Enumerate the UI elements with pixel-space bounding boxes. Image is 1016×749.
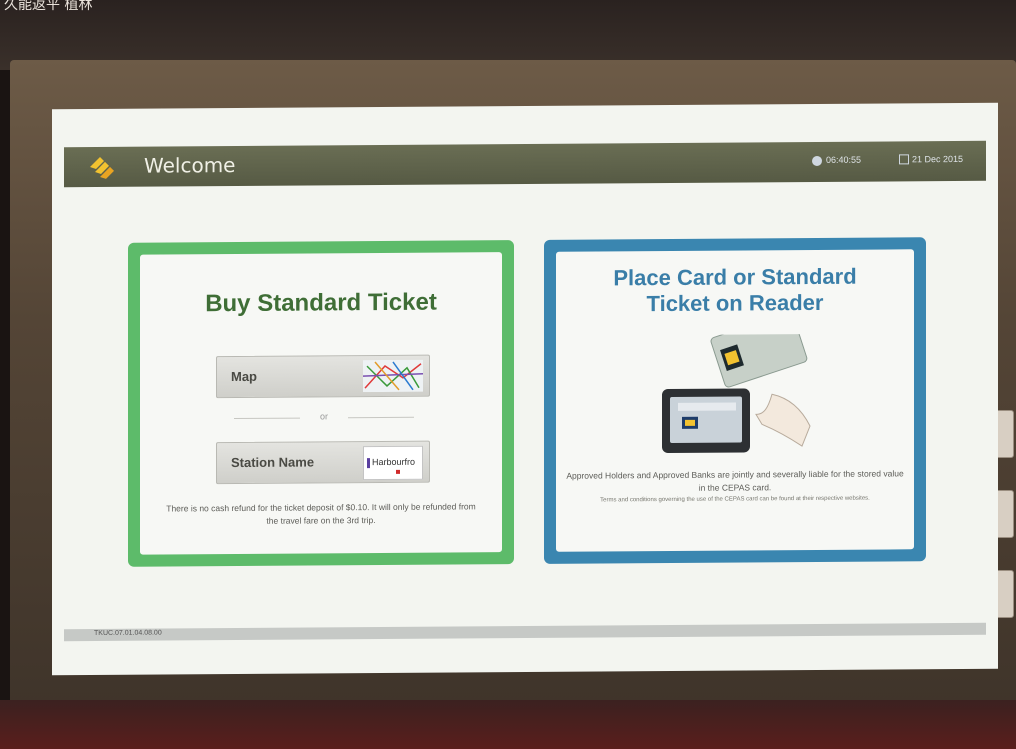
time-display: 06:40:55 (826, 154, 862, 165)
refund-note: There is no cash refund for the ticket d… (166, 501, 476, 526)
kiosk-bottom-frame (0, 700, 1016, 749)
status-bar: TKUC.07.01.04.08.00 (64, 622, 986, 642)
place-card-title: Place Card or Standard Ticket on Reader (556, 263, 914, 317)
or-divider: or (234, 411, 414, 424)
map-button-label: Map (231, 368, 257, 385)
ticket-machine-screen: Welcome 06:40:55 21 Dec 2015 Buy Standar… (52, 102, 998, 676)
buy-ticket-title: Buy Standard Ticket (205, 288, 437, 318)
kiosk-top-text: 久能返平 植林 (4, 0, 93, 13)
date-display: 21 Dec 2015 (912, 153, 964, 165)
place-card-panel: Place Card or Standard Ticket on Reader (544, 237, 926, 564)
approved-holders-note: Approved Holders and Approved Banks are … (566, 468, 904, 493)
map-button[interactable]: Map (216, 354, 430, 399)
station-line-marker (367, 458, 370, 469)
station-name-button[interactable]: Station Name Harbourfro (216, 440, 430, 485)
station-thumbnail-text: Harbourfro (372, 456, 416, 468)
station-name-thumbnail: Harbourfro (363, 445, 423, 481)
place-card-title-line1: Place Card or Standard (613, 263, 857, 291)
station-line-dot (396, 469, 400, 474)
buy-ticket-panel: Buy Standard Ticket Map or Station Name … (128, 240, 514, 567)
page-title: Welcome (144, 153, 236, 178)
buy-ticket-panel-inner: Buy Standard Ticket Map or Station Name … (140, 252, 502, 555)
header-bar: Welcome 06:40:55 21 Dec 2015 (64, 140, 986, 188)
status-text: TKUC.07.01.04.08.00 (94, 629, 162, 638)
transit-logo-icon (90, 156, 114, 179)
calendar-icon (899, 154, 909, 165)
terms-note: Terms and conditions governing the use o… (600, 495, 870, 504)
map-thumbnail-icon (363, 359, 423, 393)
place-card-panel-inner: Place Card or Standard Ticket on Reader (556, 249, 914, 552)
clock-icon (812, 155, 822, 166)
station-name-button-label: Station Name (231, 454, 315, 471)
card-reader-icon (662, 333, 811, 454)
place-card-title-line2: Ticket on Reader (646, 289, 824, 317)
